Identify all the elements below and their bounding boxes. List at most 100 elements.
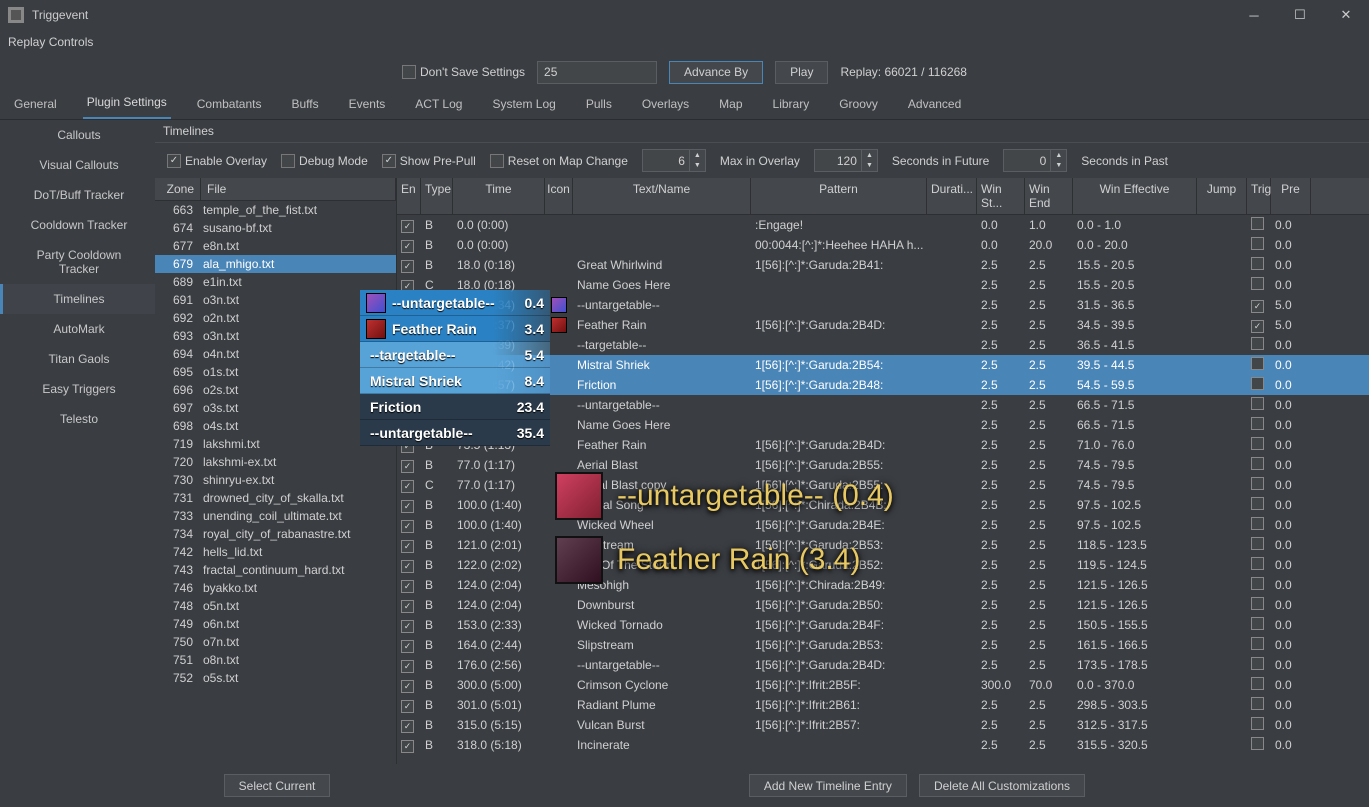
trig-checkbox[interactable] [1251,597,1264,610]
trig-checkbox[interactable] [1251,437,1264,450]
zone-row[interactable]: 752o5s.txt [155,669,396,687]
debug-mode-checkbox[interactable]: Debug Mode [281,154,368,168]
trig-checkbox[interactable] [1251,417,1264,430]
enable-checkbox[interactable] [401,580,414,593]
trig-checkbox[interactable] [1251,337,1264,350]
trig-checkbox[interactable] [1251,557,1264,570]
timeline-row[interactable]: B 0.0 (0:00) 00:0044:[^:]*:Heehee HAHA h… [397,235,1369,255]
menu-replay-controls[interactable]: Replay Controls [8,35,93,49]
trig-checkbox[interactable] [1251,717,1264,730]
tab-overlays[interactable]: Overlays [638,91,693,119]
zone-row[interactable]: 749o6n.txt [155,615,396,633]
seconds-past-spinner[interactable]: ▲▼ [1003,149,1067,172]
trig-checkbox[interactable] [1251,537,1264,550]
frame-input[interactable] [537,61,657,84]
sidebar-item-timelines[interactable]: Timelines [0,284,155,314]
tab-buffs[interactable]: Buffs [287,91,322,119]
enable-checkbox[interactable] [401,240,414,253]
tab-act-log[interactable]: ACT Log [411,91,466,119]
trig-checkbox[interactable] [1251,457,1264,470]
trig-checkbox[interactable] [1251,497,1264,510]
enable-checkbox[interactable] [401,740,414,753]
enable-checkbox[interactable] [401,520,414,533]
enable-checkbox[interactable] [401,260,414,273]
select-current-button[interactable]: Select Current [224,774,331,797]
trig-checkbox[interactable] [1251,357,1264,370]
minimize-button[interactable]: ─ [1231,0,1277,30]
trig-checkbox[interactable] [1251,477,1264,490]
zone-row[interactable]: 730shinryu-ex.txt [155,471,396,489]
timeline-row[interactable]: B 315.0 (5:15) Vulcan Burst 1[56]:[^:]*:… [397,715,1369,735]
tab-events[interactable]: Events [345,91,390,119]
enable-checkbox[interactable] [401,620,414,633]
seconds-future-spinner[interactable]: ▲▼ [814,149,878,172]
timeline-row[interactable]: B 300.0 (5:00) Crimson Cyclone 1[56]:[^:… [397,675,1369,695]
sidebar-item-visual-callouts[interactable]: Visual Callouts [0,150,155,180]
trig-checkbox[interactable] [1251,277,1264,290]
tab-pulls[interactable]: Pulls [582,91,616,119]
reset-on-map-checkbox[interactable]: Reset on Map Change [490,154,628,168]
sidebar-item-telesto[interactable]: Telesto [0,404,155,434]
trig-checkbox[interactable] [1251,397,1264,410]
tab-map[interactable]: Map [715,91,746,119]
zone-row[interactable]: 743fractal_continuum_hard.txt [155,561,396,579]
sidebar-item-callouts[interactable]: Callouts [0,120,155,150]
timeline-row[interactable]: B 124.0 (2:04) Downburst 1[56]:[^:]*:Gar… [397,595,1369,615]
trig-checkbox[interactable] [1251,677,1264,690]
enable-checkbox[interactable] [401,500,414,513]
trig-checkbox[interactable] [1251,300,1264,313]
zone-row[interactable]: 677e8n.txt [155,237,396,255]
trig-checkbox[interactable] [1251,657,1264,670]
trig-checkbox[interactable] [1251,377,1264,390]
zone-row[interactable]: 720lakshmi-ex.txt [155,453,396,471]
sidebar-item-cooldown-tracker[interactable]: Cooldown Tracker [0,210,155,240]
close-button[interactable]: ✕ [1323,0,1369,30]
tab-library[interactable]: Library [769,91,814,119]
enable-checkbox[interactable] [401,540,414,553]
dont-save-settings-checkbox[interactable]: Don't Save Settings [402,65,525,79]
trig-checkbox[interactable] [1251,737,1264,750]
show-prepull-checkbox[interactable]: Show Pre-Pull [382,154,476,168]
enable-checkbox[interactable] [401,700,414,713]
enable-checkbox[interactable] [401,680,414,693]
tab-combatants[interactable]: Combatants [193,91,266,119]
zone-row[interactable]: 750o7n.txt [155,633,396,651]
timeline-row[interactable]: B 18.0 (0:18) Great Whirlwind 1[56]:[^:]… [397,255,1369,275]
enable-checkbox[interactable] [401,660,414,673]
enable-checkbox[interactable] [401,600,414,613]
trig-checkbox[interactable] [1251,217,1264,230]
add-entry-button[interactable]: Add New Timeline Entry [749,774,907,797]
zone-row[interactable]: 689e1in.txt [155,273,396,291]
enable-overlay-checkbox[interactable]: Enable Overlay [167,154,267,168]
zone-row[interactable]: 674susano-bf.txt [155,219,396,237]
timeline-row[interactable]: B 0.0 (0:00) :Engage! 0.0 1.0 0.0 - 1.0 … [397,215,1369,235]
sidebar-item-party-cooldown-tracker[interactable]: Party Cooldown Tracker [0,240,155,284]
play-button[interactable]: Play [775,61,828,84]
zone-row[interactable]: 731drowned_city_of_skalla.txt [155,489,396,507]
advance-by-button[interactable]: Advance By [669,61,763,84]
trig-checkbox[interactable] [1251,577,1264,590]
maximize-button[interactable]: ☐ [1277,0,1323,30]
enable-checkbox[interactable] [401,560,414,573]
enable-checkbox[interactable] [401,220,414,233]
tab-general[interactable]: General [10,91,61,119]
enable-checkbox[interactable] [401,720,414,733]
tab-groovy[interactable]: Groovy [835,91,882,119]
enable-checkbox[interactable] [401,460,414,473]
timeline-row[interactable]: B 176.0 (2:56) --untargetable-- 1[56]:[^… [397,655,1369,675]
tab-system-log[interactable]: System Log [488,91,559,119]
trig-checkbox[interactable] [1251,257,1264,270]
zone-row[interactable]: 663temple_of_the_fist.txt [155,201,396,219]
trig-checkbox[interactable] [1251,320,1264,333]
sidebar-item-easy-triggers[interactable]: Easy Triggers [0,374,155,404]
tab-plugin-settings[interactable]: Plugin Settings [83,89,171,119]
enable-checkbox[interactable] [401,480,414,493]
timeline-row[interactable]: B 301.0 (5:01) Radiant Plume 1[56]:[^:]*… [397,695,1369,715]
timeline-row[interactable]: B 164.0 (2:44) Slipstream 1[56]:[^:]*:Ga… [397,635,1369,655]
zone-row[interactable]: 746byakko.txt [155,579,396,597]
max-overlay-spinner[interactable]: ▲▼ [642,149,706,172]
trig-checkbox[interactable] [1251,237,1264,250]
enable-checkbox[interactable] [401,640,414,653]
zone-row[interactable]: 748o5n.txt [155,597,396,615]
zone-row[interactable]: 679ala_mhigo.txt [155,255,396,273]
